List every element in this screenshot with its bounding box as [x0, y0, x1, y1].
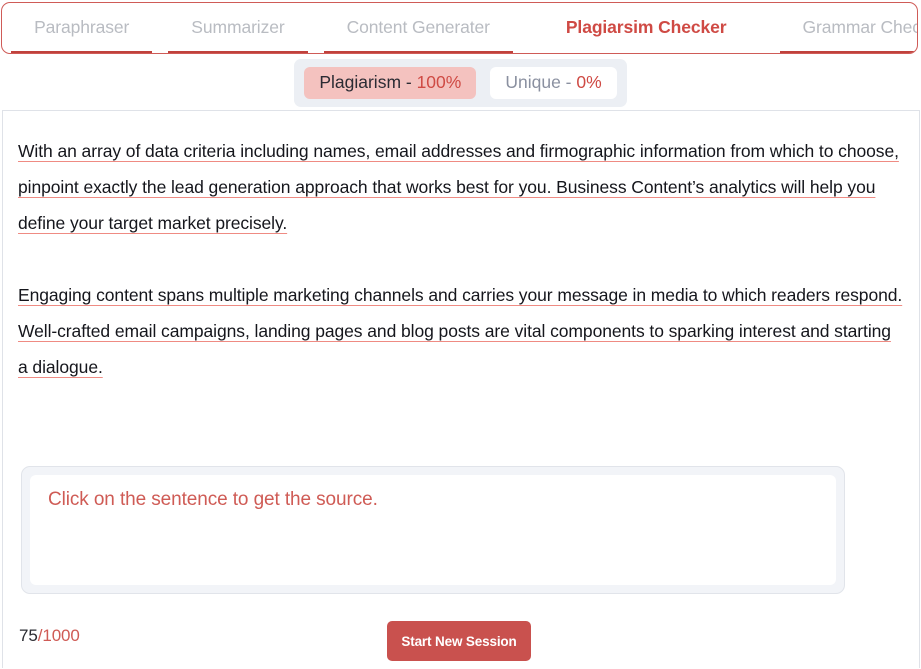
tab-separator — [308, 3, 324, 53]
tab-separator — [152, 3, 168, 53]
tab-plagiarism-checker[interactable]: Plagiarsim Checker — [543, 3, 750, 53]
paragraph-2[interactable]: Engaging content spans multiple marketin… — [18, 277, 903, 385]
tab-content-generater[interactable]: Content Generater — [323, 3, 513, 53]
tab-grammar-checker[interactable]: Grammar Checker — [779, 3, 917, 53]
start-new-session-button[interactable]: Start New Session — [387, 621, 531, 661]
unique-score-badge[interactable]: Unique - 0% — [490, 66, 617, 100]
tab-summarizer[interactable]: Summarizer — [168, 3, 308, 53]
tab-bar: Paraphraser Summarizer Content Generater… — [1, 2, 918, 54]
score-toggle-group: Plagiarism - 100% Unique - 0% — [294, 58, 627, 108]
source-panel: Click on the sentence to get the source. — [21, 466, 845, 594]
character-limit: /1000 — [37, 626, 80, 645]
character-count: 75 — [19, 626, 38, 645]
plagiarized-text-2[interactable]: Engaging content spans multiple marketin… — [18, 285, 902, 377]
source-panel-message[interactable]: Click on the sentence to get the source. — [30, 475, 836, 585]
unique-score-value: 0% — [576, 71, 602, 92]
tab-separator — [750, 3, 780, 53]
paragraph-1[interactable]: With an array of data criteria including… — [18, 133, 903, 241]
plagiarized-text-1[interactable]: With an array of data criteria including… — [18, 141, 899, 233]
plagiarism-score-badge[interactable]: Plagiarism - 100% — [304, 66, 477, 100]
plagiarism-score-label: Plagiarism - — [319, 71, 417, 92]
score-bar: Plagiarism - 100% Unique - 0% — [0, 56, 921, 110]
unique-score-label: Unique - — [505, 71, 577, 92]
plagiarism-score-value: 100% — [416, 71, 462, 92]
character-counter: 75/1000 — [19, 626, 80, 646]
tab-separator — [513, 3, 543, 53]
document-body: With an array of data criteria including… — [3, 111, 919, 385]
tab-paraphraser[interactable]: Paraphraser — [11, 3, 153, 53]
